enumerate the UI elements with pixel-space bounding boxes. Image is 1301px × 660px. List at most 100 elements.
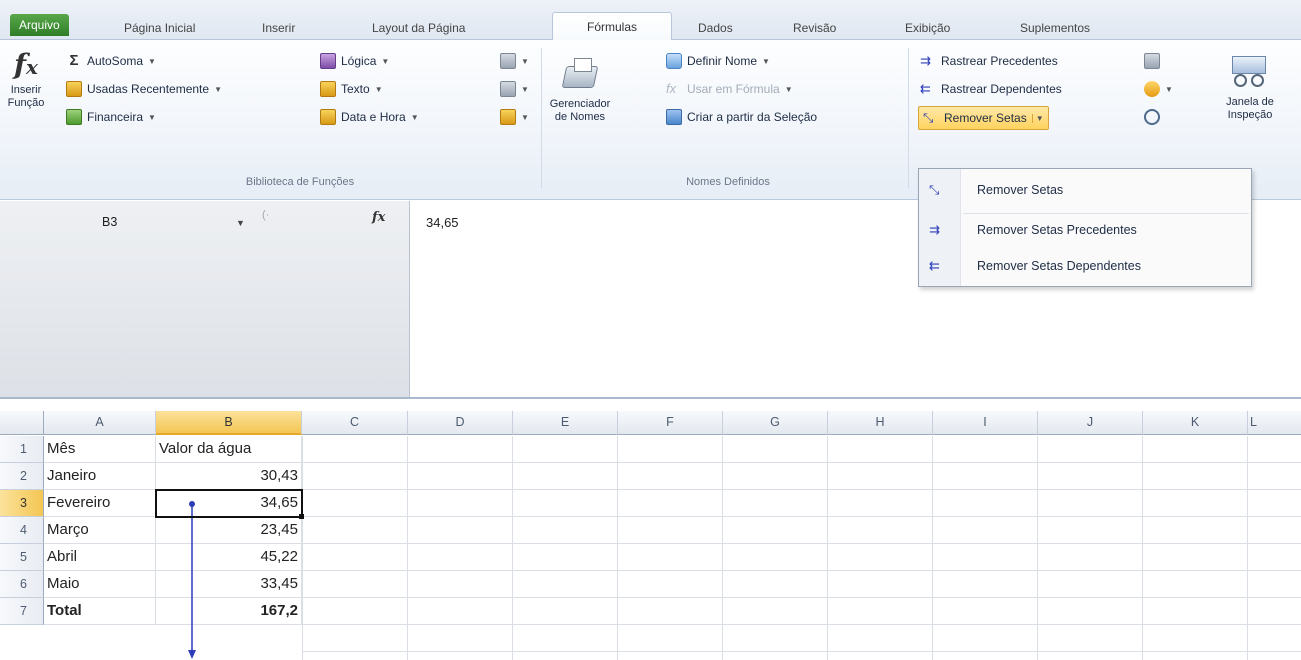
tab-data[interactable]: Dados [688,16,743,40]
fill-handle[interactable] [299,514,304,519]
create-from-selection-button[interactable]: Criar a partir da Seleção [666,106,817,128]
recently-used-button[interactable]: Usadas Recentemente ▼ [66,78,222,100]
tab-insert[interactable]: Inserir [252,16,305,40]
column-header-l[interactable]: L [1248,411,1301,435]
row-header[interactable]: 7 [0,598,44,625]
fx-icon: fx [14,48,38,81]
chevron-down-icon: ▼ [374,84,383,94]
remove-arrows-button[interactable]: ⤡ Remover Setas ▼ [918,106,1049,130]
more-functions-button[interactable]: ▼ [500,106,529,128]
use-in-formula-button[interactable]: fx Usar em Fórmula ▼ [666,78,793,100]
chevron-down-icon: ▼ [381,56,390,66]
tab-file[interactable]: Arquivo [10,14,69,36]
cell-a6[interactable]: Maio [44,571,156,598]
column-header-h[interactable]: H [828,411,933,435]
row-header[interactable]: 2 [0,463,44,490]
autosum-button[interactable]: Σ AutoSoma ▼ [66,50,155,72]
column-header-j[interactable]: J [1038,411,1143,435]
tab-page-layout[interactable]: Layout da Página [362,16,475,40]
row-header[interactable]: 6 [0,571,44,598]
name-manager-button[interactable]: Gerenciador de Nomes [548,56,612,124]
select-all-corner[interactable] [0,411,44,435]
row-header[interactable]: 4 [0,517,44,544]
more-functions-icon [500,109,516,125]
menu-item-remove-precedent-arrows[interactable]: ⇉ Remover Setas Precedentes [921,215,1249,245]
name-box[interactable]: B3 ▼ [6,209,246,235]
remove-precedent-arrows-icon: ⇉ [929,222,940,237]
column-header-i[interactable]: I [933,411,1038,435]
tab-addins[interactable]: Suplementos [1010,16,1100,40]
tab-formulas[interactable]: Fórmulas [552,12,672,41]
evaluate-formula-button[interactable] [1144,106,1160,128]
logical-button[interactable]: Lógica ▼ [320,50,389,72]
cell-a7[interactable]: Total [44,598,156,625]
cell-a3[interactable]: Fevereiro [44,490,156,517]
lookup-reference-button[interactable]: ▼ [500,50,529,72]
row-header[interactable]: 5 [0,544,44,571]
cell-b1[interactable]: Valor da água [156,436,302,463]
chevron-down-icon: ▼ [521,112,529,122]
tab-review[interactable]: Revisão [783,16,846,40]
row-header[interactable]: 1 [0,436,44,463]
trace-dependents-button[interactable]: ⇇ Rastrear Dependentes [920,78,1062,100]
menu-separator [963,213,1249,214]
define-name-label: Definir Nome [687,54,758,68]
column-header-k[interactable]: K [1143,411,1248,435]
column-header-a[interactable]: A [44,411,156,435]
tab-view[interactable]: Exibição [895,16,960,40]
define-name-button[interactable]: Definir Nome ▼ [666,50,770,72]
ribbon-tab-bar: Arquivo Página Inicial Inserir Layout da… [0,0,1301,41]
error-checking-button[interactable]: ▼ [1144,78,1173,100]
grid-selection-icon [666,109,682,125]
column-header-f[interactable]: F [618,411,723,435]
row-header[interactable]: 3 [0,490,44,517]
watch-window-button[interactable]: Janela de Inspeção [1210,54,1290,122]
math-theta-icon [500,81,516,97]
cell-a5[interactable]: Abril [44,544,156,571]
date-time-button[interactable]: Data e Hora ▼ [320,106,419,128]
trace-precedents-button[interactable]: ⇉ Rastrear Precedentes [920,50,1058,72]
remove-arrows-label: Remover Setas [944,111,1027,125]
tab-home[interactable]: Página Inicial [114,16,205,40]
column-header-g[interactable]: G [723,411,828,435]
book-money-icon [66,109,82,125]
insert-function-fx-button[interactable]: fx [372,210,385,225]
watch-window-label-2: Inspeção [1227,109,1273,121]
column-header-c[interactable]: C [302,411,408,435]
remove-arrows-icon: ⤡ [923,110,934,125]
group-divider [541,48,542,188]
column-header-e[interactable]: E [513,411,618,435]
formula-divider-icon: (· [262,209,270,221]
chevron-down-icon[interactable]: ▼ [1031,113,1044,123]
column-header-d[interactable]: D [408,411,513,435]
insert-function-button[interactable]: fx Inserir Função [4,48,48,110]
show-formulas-button[interactable] [1144,50,1160,72]
cell-b7[interactable]: 167,2 [156,598,302,625]
menu-item-remove-dependent-arrows[interactable]: ⇇ Remover Setas Dependentes [921,251,1249,281]
function-library-group-label: Biblioteca de Funções [245,176,355,188]
math-trig-button[interactable]: ▼ [500,78,529,100]
cell-b2[interactable]: 30,43 [156,463,302,490]
menu-item-remove-arrows[interactable]: ⤡ Remover Setas [921,175,1249,205]
cell-a4[interactable]: Março [44,517,156,544]
chevron-down-icon: ▼ [214,84,222,94]
chevron-down-icon[interactable]: ▼ [236,218,245,228]
financial-button[interactable]: Financeira ▼ [66,106,156,128]
autosum-label: AutoSoma [87,54,144,68]
chevron-down-icon: ▼ [784,84,793,94]
chevron-down-icon: ▼ [521,56,529,66]
trace-dependents-label: Rastrear Dependentes [941,82,1062,96]
cell-a2[interactable]: Janeiro [44,463,156,490]
cell-a1[interactable]: Mês [44,436,156,463]
formula-input[interactable]: 34,65 [426,215,459,230]
cell-b4[interactable]: 23,45 [156,517,302,544]
column-header-b[interactable]: B [156,411,302,435]
use-in-formula-icon: fx [666,81,677,96]
group-divider [908,48,909,188]
cell-b5[interactable]: 45,22 [156,544,302,571]
remove-dependent-arrows-icon: ⇇ [929,258,940,273]
cell-b6[interactable]: 33,45 [156,571,302,598]
cell-b3[interactable]: 34,65 [156,490,302,517]
text-button[interactable]: Texto ▼ [320,78,383,100]
financial-label: Financeira [87,110,144,124]
